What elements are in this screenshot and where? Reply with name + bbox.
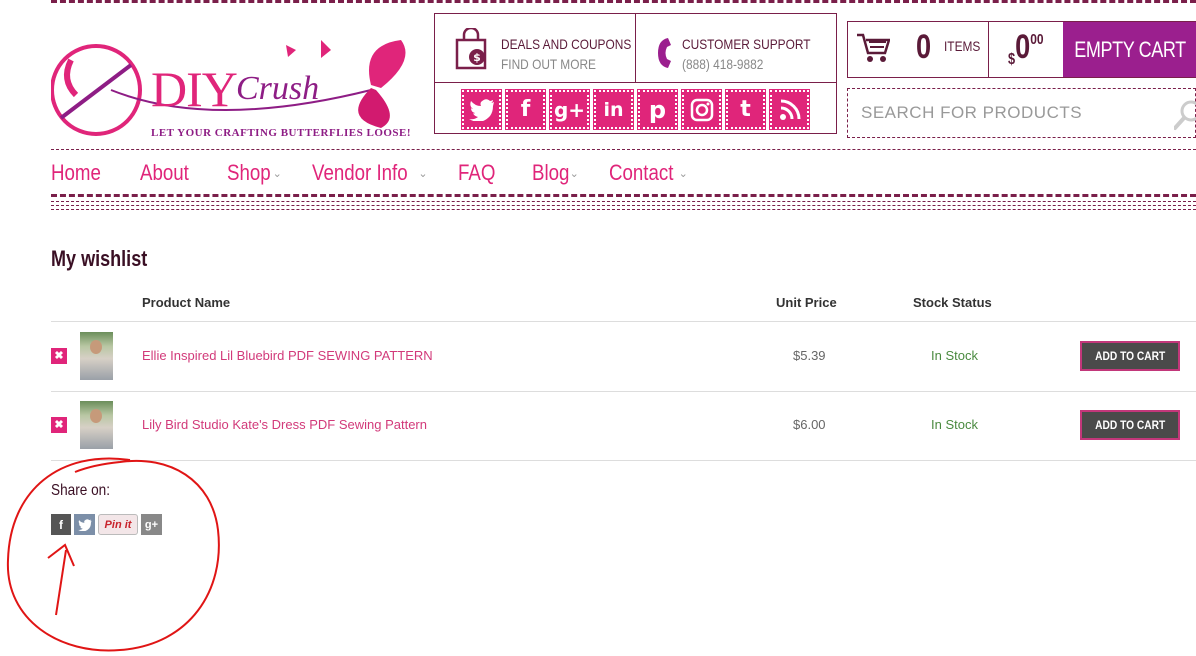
unit-price: $6.00 [793, 417, 826, 432]
nav-vendor-info-label: Vendor Info [311, 160, 408, 185]
nav-bottom-border [51, 201, 1196, 202]
add-to-cart-label: ADD TO CART [1094, 418, 1166, 432]
shopping-cart-icon [857, 33, 890, 62]
share-title: Share on: [51, 482, 110, 499]
facebook-icon[interactable]: f [51, 514, 71, 535]
nav-blog-label: Blog [531, 160, 570, 185]
top-dashed-border [51, 0, 1196, 3]
stock-status: In Stock [931, 417, 978, 432]
nav-bottom-border [51, 209, 1196, 210]
cart-total-whole: 0 [1015, 28, 1031, 66]
column-header-stock-status: Stock Status [913, 295, 992, 310]
nav-bottom-border [51, 194, 1196, 197]
stock-status: In Stock [931, 348, 978, 363]
google-plus-icon[interactable]: g+ [549, 89, 590, 130]
site-logo[interactable]: DIY Crush LET YOUR CRAFTING BUTTERFLIES … [50, 30, 431, 145]
cart-total-cents: 00 [1030, 31, 1044, 48]
svg-text:$: $ [473, 51, 481, 64]
add-to-cart-label: ADD TO CART [1094, 349, 1166, 363]
cart-currency: $ [1008, 51, 1016, 68]
cart-item-count: 0 [916, 28, 932, 66]
nav-contact[interactable]: Contact ⌄ [609, 158, 688, 188]
nav-faq-label: FAQ [457, 160, 495, 185]
add-to-cart-button[interactable]: ADD TO CART [1080, 410, 1180, 440]
nav-shop[interactable]: Shop ⌄ [227, 158, 282, 188]
nav-vendor-info[interactable]: Vendor Info ⌄ [312, 158, 428, 188]
logo-wordmark: DIY [151, 61, 238, 117]
search-icon[interactable] [1174, 97, 1196, 131]
unit-price: $5.39 [793, 348, 826, 363]
deals-title: DEALS AND COUPONS [501, 36, 632, 52]
remove-item-button[interactable]: ✖ [51, 417, 67, 433]
main-navigation: Home About Shop ⌄ Vendor Info ⌄ FAQ Blog ⌄ … [51, 158, 718, 188]
nav-about[interactable]: About [140, 158, 198, 188]
nav-contact-label: Contact [608, 160, 674, 185]
twitter-icon[interactable] [461, 89, 502, 130]
nav-home[interactable]: Home [51, 158, 110, 188]
add-to-cart-button[interactable]: ADD TO CART [1080, 341, 1180, 371]
google-plus-icon[interactable]: g+ [141, 514, 162, 535]
shopping-bag-icon: $ [455, 28, 487, 70]
table-row: ✖ Lily Bird Studio Kate's Dress PDF Sewi… [51, 391, 1196, 460]
nav-bottom-border [51, 205, 1196, 206]
support-phone: (888) 418-9882 [682, 56, 764, 72]
facebook-icon[interactable]: f [505, 89, 546, 130]
tumblr-icon[interactable]: t [725, 89, 766, 130]
linkedin-icon[interactable]: in [593, 89, 634, 130]
logo-wordmark-script: Crush [236, 70, 320, 107]
nav-shop-label: Shop [227, 160, 271, 185]
pinterest-icon[interactable]: p [637, 89, 678, 130]
product-search [847, 88, 1196, 138]
empty-cart-label: EMPTY CART [1073, 36, 1186, 62]
chevron-down-icon: ⌄ [418, 167, 428, 180]
chevron-down-icon: ⌄ [678, 167, 688, 180]
nav-faq[interactable]: FAQ [458, 158, 502, 188]
deals-subtitle: FIND OUT MORE [501, 56, 596, 72]
rss-icon[interactable] [769, 89, 810, 130]
logo-tagline: LET YOUR CRAFTING BUTTERFLIES LOOSE! [151, 127, 412, 139]
mini-cart[interactable]: 0 ITEMS $000 EMPTY CART [847, 21, 1196, 78]
product-name-link[interactable]: Ellie Inspired Lil Bluebird PDF SEWING P… [142, 348, 433, 363]
share-buttons: f Pin it g+ [51, 514, 162, 535]
cart-items-label: ITEMS [944, 38, 981, 54]
nav-blog[interactable]: Blog ⌄ [532, 158, 579, 188]
remove-item-button[interactable]: ✖ [51, 348, 67, 364]
empty-cart-button[interactable]: EMPTY CART [1063, 22, 1196, 77]
table-divider [51, 460, 1196, 461]
header-info-box: $ DEALS AND COUPONS FIND OUT MORE CUSTOM… [434, 13, 837, 134]
annotation-circle [6, 457, 220, 652]
twitter-icon[interactable] [74, 514, 95, 535]
deals-coupons-link[interactable]: $ DEALS AND COUPONS FIND OUT MORE [435, 14, 636, 83]
product-thumbnail[interactable] [80, 332, 113, 380]
pin-it-label: Pin it [104, 518, 132, 531]
column-header-product-name: Product Name [142, 295, 231, 310]
column-header-unit-price: Unit Price [776, 295, 837, 310]
pinterest-icon[interactable]: Pin it [98, 514, 138, 535]
customer-support-link[interactable]: CUSTOMER SUPPORT (888) 418-9882 [636, 14, 837, 83]
instagram-icon[interactable] [681, 89, 722, 130]
cart-divider [988, 22, 989, 77]
product-name-link[interactable]: Lily Bird Studio Kate's Dress PDF Sewing… [142, 417, 427, 432]
cart-total: $000 [1008, 28, 1044, 69]
nav-top-border [51, 149, 1196, 150]
support-title: CUSTOMER SUPPORT [682, 36, 811, 52]
nav-home-label: Home [51, 160, 101, 185]
table-row: ✖ Ellie Inspired Lil Bluebird PDF SEWING… [51, 322, 1196, 391]
chevron-down-icon: ⌄ [272, 167, 282, 180]
page-title: My wishlist [51, 246, 148, 271]
social-links: f g+ in p t [461, 89, 810, 130]
phone-icon [658, 38, 671, 68]
chevron-down-icon: ⌄ [569, 167, 579, 180]
search-input[interactable] [848, 89, 1168, 137]
nav-about-label: About [139, 160, 189, 185]
product-thumbnail[interactable] [80, 401, 113, 449]
